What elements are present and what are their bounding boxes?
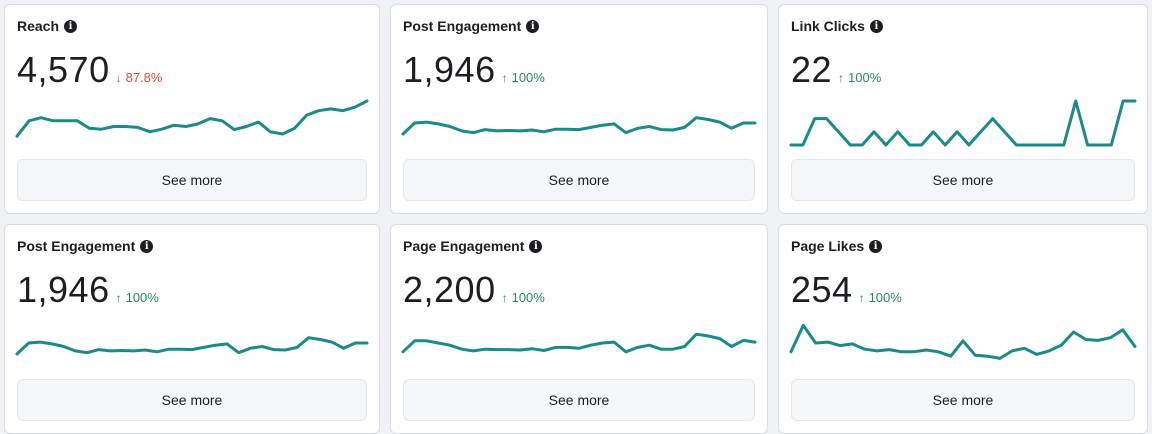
arrow-up-icon: ↑ — [501, 71, 508, 85]
sparkline-series — [401, 116, 757, 136]
change-percent: 87.8% — [125, 70, 163, 85]
see-more-button[interactable]: See more — [17, 379, 367, 421]
change-percent: 100% — [511, 290, 545, 305]
metric-change: ↑ 100% — [502, 290, 545, 305]
sparkline-chart — [401, 116, 757, 136]
sparkline-series — [15, 99, 369, 138]
info-icon[interactable]: i — [529, 239, 543, 253]
reach-card: Reach i 4,570 ↓ 87.8% See more — [4, 4, 380, 214]
arrow-up-icon: ↑ — [858, 291, 865, 305]
sparkline-chart — [789, 323, 1137, 360]
info-icon[interactable]: i — [869, 19, 883, 33]
post-engagement-card-2: Post Engagement i 1,946 ↑ 100% See more — [4, 224, 380, 434]
page-engagement-card: Page Engagement i 2,200 ↑ 100% See more — [390, 224, 768, 434]
card-title: Link Clicks — [791, 18, 865, 34]
arrow-up-icon: ↑ — [501, 291, 508, 305]
sparkline-series — [789, 99, 1137, 147]
change-percent: 100% — [125, 290, 159, 305]
sparkline-series — [789, 323, 1137, 360]
metric-value: 1,946 — [403, 49, 496, 90]
sparkline-series — [401, 332, 757, 354]
card-title: Post Engagement — [403, 18, 522, 34]
card-title: Page Engagement — [403, 238, 525, 254]
see-more-button[interactable]: See more — [791, 379, 1135, 421]
change-percent: 100% — [868, 290, 902, 305]
see-more-button[interactable]: See more — [17, 159, 367, 201]
page-likes-card: Page Likes i 254 ↑ 100% See more — [778, 224, 1148, 434]
link-clicks-card: Link Clicks i 22 ↑ 100% See more — [778, 4, 1148, 214]
info-icon[interactable]: i — [140, 239, 154, 253]
sparkline-chart — [15, 99, 369, 138]
info-icon[interactable]: i — [64, 19, 78, 33]
metric-value: 1,946 — [17, 269, 110, 310]
change-percent: 100% — [848, 70, 882, 85]
arrow-up-icon: ↑ — [115, 291, 122, 305]
metric-change: ↑ 100% — [116, 290, 159, 305]
metric-change: ↓ 87.8% — [116, 70, 163, 85]
see-more-button[interactable]: See more — [403, 379, 755, 421]
see-more-button[interactable]: See more — [403, 159, 755, 201]
metric-value: 4,570 — [17, 49, 110, 90]
metric-change: ↑ 100% — [838, 70, 881, 85]
metric-value: 2,200 — [403, 269, 496, 310]
card-title: Reach — [17, 18, 60, 34]
metric-change: ↑ 100% — [502, 70, 545, 85]
sparkline-series — [15, 336, 369, 356]
sparkline-chart — [15, 336, 369, 356]
metric-value: 22 — [791, 49, 833, 90]
sparkline-chart — [789, 99, 1137, 147]
arrow-down-icon: ↓ — [115, 71, 122, 85]
card-title: Post Engagement — [17, 238, 136, 254]
card-title: Page Likes — [791, 238, 865, 254]
metric-change: ↑ 100% — [859, 290, 902, 305]
info-icon[interactable]: i — [526, 19, 540, 33]
post-engagement-card: Post Engagement i 1,946 ↑ 100% See more — [390, 4, 768, 214]
sparkline-chart — [401, 332, 757, 354]
info-icon[interactable]: i — [869, 239, 883, 253]
see-more-button[interactable]: See more — [791, 159, 1135, 201]
metric-value: 254 — [791, 269, 853, 310]
arrow-up-icon: ↑ — [838, 71, 845, 85]
change-percent: 100% — [511, 70, 545, 85]
